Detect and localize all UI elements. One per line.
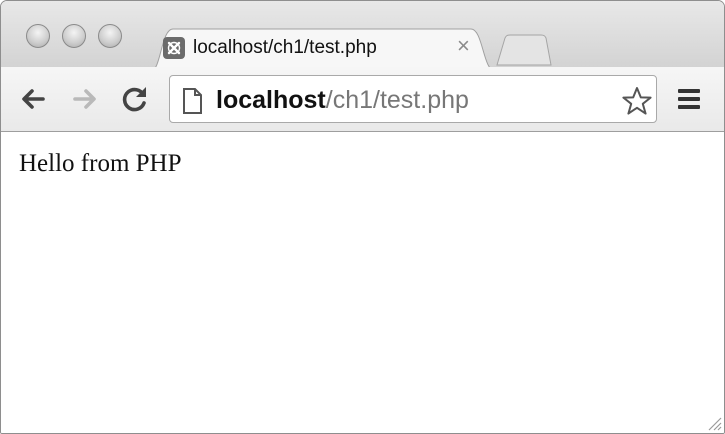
xampp-icon [163, 37, 185, 59]
minimize-window-button[interactable] [62, 24, 86, 48]
tab-title: localhost/ch1/test.php [193, 37, 377, 58]
resize-grip-icon[interactable] [706, 415, 722, 431]
page-icon [183, 88, 202, 114]
hamburger-menu-icon[interactable] [677, 87, 701, 111]
close-window-button[interactable] [26, 24, 50, 48]
tab-active[interactable]: localhost/ch1/test.php × [151, 27, 495, 71]
page-content: Hello from PHP [1, 132, 724, 433]
url-text[interactable]: localhost/ch1/test.php [216, 86, 469, 114]
toolbar: localhost/ch1/test.php [1, 67, 724, 132]
browser-window: localhost/ch1/test.php × localhost/ch1/t… [0, 0, 725, 434]
title-bar: localhost/ch1/test.php × [1, 1, 724, 71]
address-bar[interactable]: localhost/ch1/test.php [169, 75, 657, 123]
reload-icon[interactable] [119, 83, 151, 115]
new-tab-button[interactable] [495, 34, 553, 66]
page-body-text: Hello from PHP [19, 150, 182, 177]
url-host: localhost [216, 86, 326, 114]
back-arrow-icon[interactable] [17, 83, 49, 115]
tab-close-icon[interactable]: × [457, 35, 470, 57]
forward-arrow-icon[interactable] [69, 83, 101, 115]
star-icon[interactable] [622, 86, 652, 116]
zoom-window-button[interactable] [98, 24, 122, 48]
url-path: /ch1/test.php [325, 86, 469, 114]
